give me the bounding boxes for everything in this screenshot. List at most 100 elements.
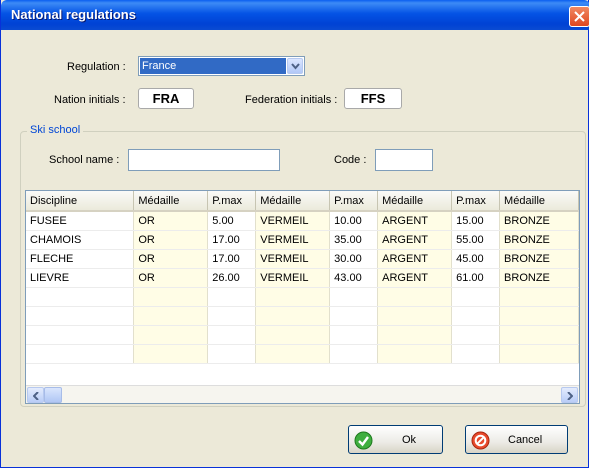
table-cell[interactable]: OR [133,268,209,288]
cancel-button[interactable]: Cancel [465,425,568,454]
table-cell[interactable] [207,344,257,364]
ok-button[interactable]: Ok [348,425,443,454]
table-cell[interactable] [377,325,453,345]
federation-initials-label: Federation initials : [245,94,338,106]
column-header[interactable]: P.max [329,191,379,212]
table-cell[interactable] [133,344,209,364]
table-row[interactable] [26,325,579,345]
table-cell[interactable] [133,306,209,326]
scroll-thumb[interactable] [44,387,62,403]
code-input[interactable] [375,149,433,171]
table-cell[interactable]: OR [133,249,209,269]
regulation-select[interactable]: France [138,56,305,76]
table-cell[interactable]: VERMEIL [255,211,331,231]
table-cell[interactable]: FUSEE [26,211,135,231]
table-cell[interactable]: OR [133,211,209,231]
table-cell[interactable] [451,325,501,345]
column-header[interactable]: Médaille [255,191,331,212]
table-cell[interactable] [377,287,453,307]
table-cell[interactable] [255,287,331,307]
table-cell[interactable] [499,344,579,364]
table-cell[interactable]: 15.00 [451,211,501,231]
scroll-left-button[interactable] [27,387,44,403]
dropdown-button[interactable] [287,58,303,74]
table-row[interactable]: LIEVRE OR 26.00 VERMEIL 43.00 ARGENT 61.… [26,268,579,288]
table-cell[interactable]: BRONZE [499,211,579,231]
table-cell[interactable] [26,287,135,307]
table-cell[interactable]: 26.00 [207,268,257,288]
table-row[interactable] [26,344,579,364]
table-cell[interactable]: 55.00 [451,230,501,250]
table-row[interactable]: CHAMOIS OR 17.00 VERMEIL 35.00 ARGENT 55… [26,230,579,250]
table-cell[interactable] [451,306,501,326]
table-cell[interactable] [377,344,453,364]
table-cell[interactable]: ARGENT [377,249,453,269]
column-header[interactable]: Médaille [499,191,579,212]
table-cell[interactable] [133,287,209,307]
table-cell[interactable] [26,344,135,364]
horizontal-scrollbar[interactable] [26,385,579,403]
table-cell[interactable] [451,344,501,364]
table-row[interactable]: FUSEE OR 5.00 VERMEIL 10.00 ARGENT 15.00… [26,211,579,231]
table-cell[interactable] [329,287,379,307]
column-header[interactable]: Discipline [26,191,135,212]
table-cell[interactable]: ARGENT [377,211,453,231]
scroll-right-button[interactable] [561,387,578,403]
table-cell[interactable]: 30.00 [329,249,379,269]
table-cell[interactable]: VERMEIL [255,230,331,250]
table-cell[interactable] [207,306,257,326]
table-cell[interactable]: BRONZE [499,230,579,250]
table-cell[interactable]: 5.00 [207,211,257,231]
table-cell[interactable] [207,287,257,307]
school-name-input[interactable] [128,149,280,171]
table-cell[interactable] [499,325,579,345]
table-cell[interactable] [499,287,579,307]
forbidden-circle-icon [471,431,490,450]
close-button[interactable] [569,6,589,27]
table-cell[interactable]: FLECHE [26,249,135,269]
table-cell[interactable] [255,344,331,364]
table-cell[interactable] [255,325,331,345]
table-cell[interactable] [329,306,379,326]
table-cell[interactable]: 61.00 [451,268,501,288]
table-row[interactable]: FLECHE OR 17.00 VERMEIL 30.00 ARGENT 45.… [26,249,579,269]
table-cell[interactable] [133,325,209,345]
table-cell[interactable]: 43.00 [329,268,379,288]
table-cell[interactable]: 17.00 [207,249,257,269]
table-cell[interactable] [499,306,579,326]
table-cell[interactable]: 35.00 [329,230,379,250]
table-cell[interactable]: OR [133,230,209,250]
column-header[interactable]: Médaille [133,191,209,212]
table-cell[interactable]: ARGENT [377,230,453,250]
table-cell[interactable]: BRONZE [499,249,579,269]
table-row[interactable] [26,287,579,307]
table-cell[interactable]: 17.00 [207,230,257,250]
table-cell[interactable]: LIEVRE [26,268,135,288]
table-row[interactable] [26,306,579,326]
column-header[interactable]: P.max [451,191,501,212]
title-bar[interactable]: National regulations [1,0,589,30]
table-cell[interactable]: ARGENT [377,268,453,288]
regulation-value: France [140,58,286,74]
table-cell[interactable] [377,306,453,326]
table-cell[interactable] [26,306,135,326]
table-cell[interactable]: 10.00 [329,211,379,231]
table-cell[interactable]: 45.00 [451,249,501,269]
table-cell[interactable] [207,325,257,345]
table-cell[interactable] [329,325,379,345]
medal-table[interactable]: Discipline Médaille P.max Médaille P.max… [25,190,580,404]
arrow-left-icon [33,392,39,400]
check-circle-icon [354,431,373,450]
dialog-window: National regulations Regulation : France… [0,0,589,468]
regulation-label: Regulation : [67,61,126,73]
column-header[interactable]: Médaille [377,191,453,212]
column-header[interactable]: P.max [207,191,257,212]
table-cell[interactable]: BRONZE [499,268,579,288]
table-cell[interactable] [26,325,135,345]
table-cell[interactable]: CHAMOIS [26,230,135,250]
table-cell[interactable]: VERMEIL [255,249,331,269]
table-cell[interactable] [451,287,501,307]
table-cell[interactable]: VERMEIL [255,268,331,288]
table-cell[interactable] [329,344,379,364]
table-cell[interactable] [255,306,331,326]
